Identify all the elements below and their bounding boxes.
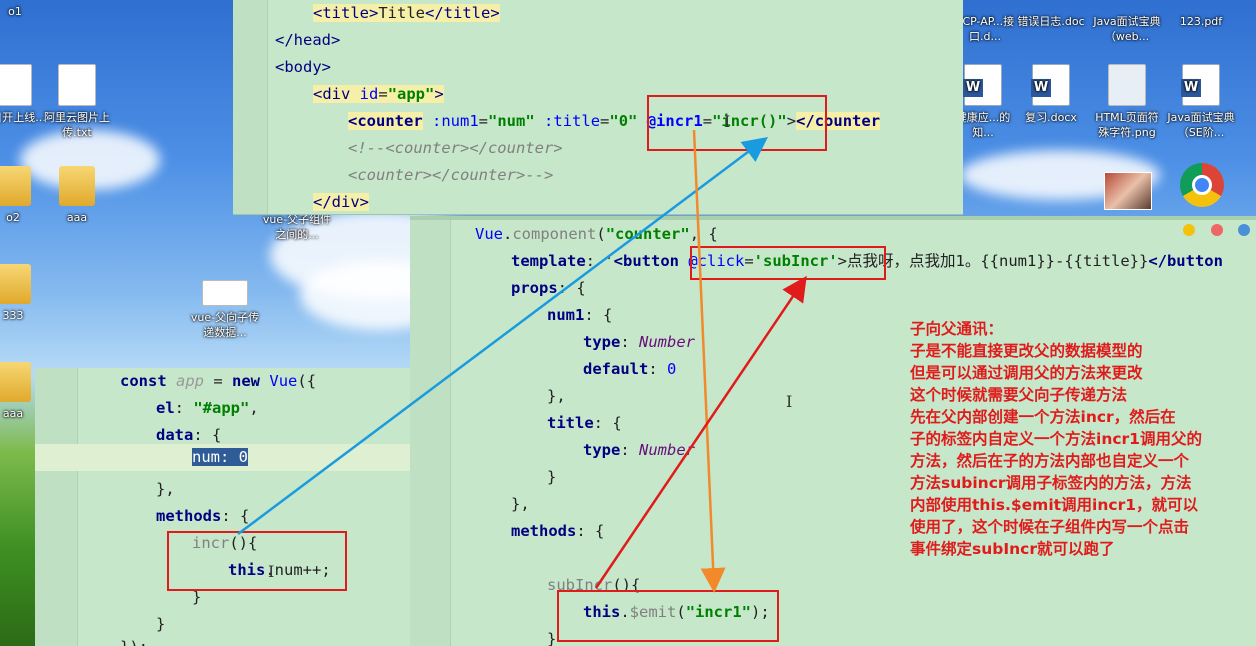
annotation-line: 子的标签内自定义一个方法incr1调用父的 [910, 430, 1202, 448]
folder-icon [0, 166, 31, 206]
code-line: <title>Title</title> [313, 4, 500, 22]
code-line: num: 0 [192, 448, 248, 466]
html-editor[interactable]: <title>Title</title> </head> <body> <div… [233, 0, 963, 215]
code-line: type: Number [583, 333, 695, 351]
code-line: } [156, 615, 166, 633]
folder-icon [59, 166, 95, 206]
folder-icon [0, 264, 31, 304]
desktop-icon[interactable]: vue-父向子传递数据... [190, 280, 260, 340]
desktop-icon[interactable]: 123.pdf [1166, 14, 1236, 29]
code-line: }); [120, 634, 148, 646]
code-line: <div id="app"> [313, 85, 444, 103]
image-file-icon [1108, 64, 1146, 106]
annotation-line: 先在父内部创建一个方法incr，然后在 [910, 408, 1176, 426]
vue-app-editor[interactable]: const app = new Vue({ el: "#app", data: … [35, 368, 410, 646]
chrome-icon[interactable] [1180, 163, 1224, 207]
highlight-incr-method [167, 531, 347, 591]
code-line: Vue.component("counter", { [475, 225, 718, 243]
desktop-icon[interactable]: HTML页面符殊字符.png [1092, 64, 1162, 140]
desktop-icon[interactable]: o2 [0, 166, 48, 225]
desktop-icon[interactable]: 复习.docx [1016, 64, 1086, 125]
annotation-line: 方法subincr调用子标签内的方法，方法 [910, 474, 1192, 492]
browser-icons [1177, 222, 1250, 240]
code-line: </div> [313, 193, 369, 211]
desktop-icon[interactable]: o1 [0, 0, 50, 19]
code-line: type: Number [583, 441, 695, 459]
code-line: } [547, 630, 557, 646]
desktop-icon[interactable]: aaa [42, 166, 112, 225]
photo-thumbnail[interactable] [1104, 172, 1152, 210]
image-file-icon [202, 280, 248, 306]
annotation-line: 使用了，这个时候在子组件内写一个点击 [910, 518, 1190, 536]
code-line: default: 0 [583, 360, 677, 378]
annotation-line: 这个时候就需要父向子传递方法 [910, 386, 1128, 404]
annotation-line: 子向父通讯： [910, 320, 1004, 338]
file-icon [0, 64, 32, 106]
code-line: <counter></counter>--> [348, 166, 554, 184]
code-line: } [547, 468, 557, 486]
annotation-line: 事件绑定subIncr就可以跑了 [910, 540, 1115, 558]
text-file-icon [58, 64, 96, 106]
desktop-icon[interactable]: 333 [0, 264, 48, 323]
desktop-icon[interactable]: 错误日志.doc [1016, 14, 1086, 29]
folder-icon [0, 362, 31, 402]
code-line: }, [511, 495, 530, 513]
highlight-click-binding [690, 246, 886, 280]
desktop-icon[interactable]: 阿里云图片上传.txt [42, 64, 112, 140]
code-line: <!--<counter></counter> [348, 139, 563, 157]
word-doc-icon [963, 64, 1002, 106]
annotation-line: 内部使用this.$emit调用incr1，就可以 [910, 496, 1199, 514]
highlight-incr1-binding [647, 95, 827, 151]
desktop-icon[interactable]: Java面试宝典（SE阶... [1166, 64, 1236, 140]
code-line: props: { [511, 279, 586, 297]
word-doc-icon [1031, 64, 1070, 106]
code-line: methods: { [156, 507, 250, 525]
desktop-icon[interactable]: vue-父子组件之间的... [262, 212, 332, 242]
code-line: num1: { [547, 306, 613, 324]
annotation-line: 方法，然后在子的方法内部也自定义一个 [910, 452, 1190, 470]
code-line: <body> [275, 58, 331, 76]
word-doc-icon [1181, 64, 1220, 106]
desktop-icon[interactable]: Java面试宝典（web... [1092, 14, 1162, 44]
code-line: </head> [275, 31, 341, 49]
code-line: title: { [547, 414, 622, 432]
code-line: }, [156, 480, 175, 498]
annotation-line: 子是不能直接更改父的数据模型的 [910, 342, 1143, 360]
desktop-icon[interactable]: 项目开上线... [0, 64, 48, 125]
code-line: const app = new Vue({ [120, 372, 317, 390]
text-cursor-icon: I [724, 112, 731, 131]
code-line: el: "#app", [156, 399, 259, 417]
annotation-note: 子向父通讯： 子是不能直接更改父的数据模型的 但是可以通过调用父的方法来更改 这… [910, 318, 1256, 560]
code-line: }, [547, 387, 566, 405]
highlight-emit-call [557, 590, 779, 642]
code-line: methods: { [511, 522, 605, 540]
annotation-line: 但是可以通过调用父的方法来更改 [910, 364, 1143, 382]
text-cursor-icon: I [268, 562, 275, 581]
text-cursor-icon: I [786, 392, 793, 411]
